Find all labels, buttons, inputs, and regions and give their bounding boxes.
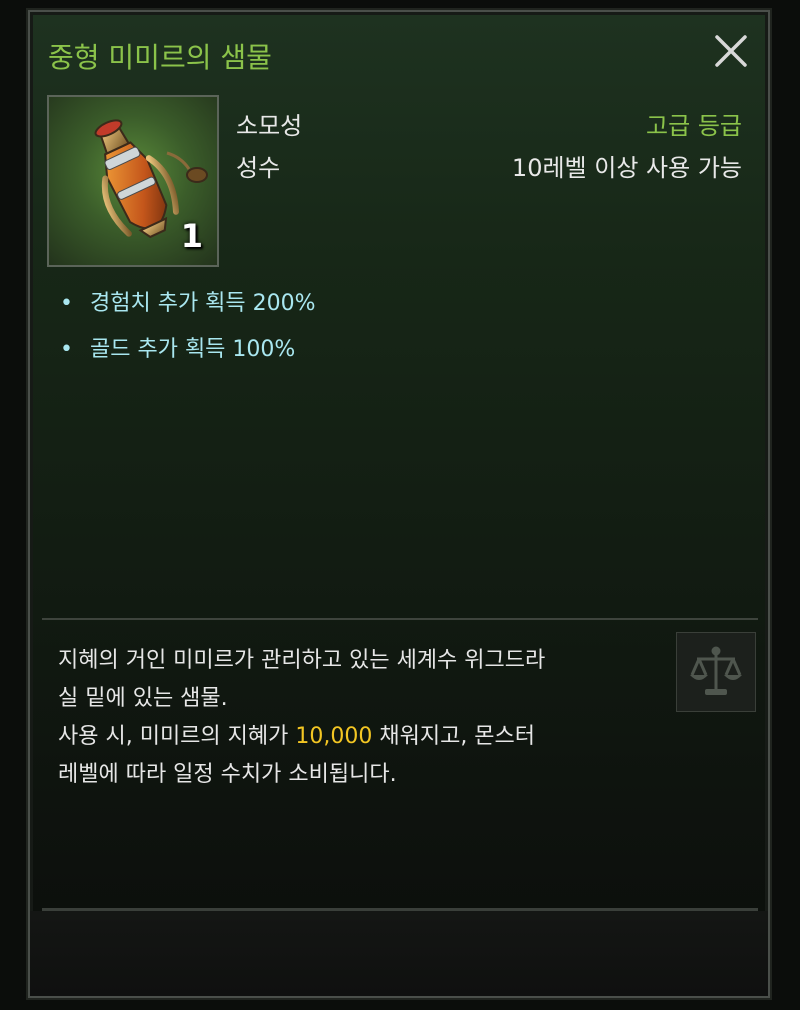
item-category: 소모성 [236, 112, 303, 140]
description-line: 사용 시, 미미르의 지혜가 [58, 724, 296, 749]
description-line: 레벨에 따라 일정 수치가 소비됩니다. [58, 762, 397, 787]
bullet: • [60, 337, 73, 362]
section-divider [42, 618, 758, 620]
bullet: • [60, 291, 73, 316]
close-button[interactable] [713, 33, 749, 69]
effect-text: 골드 추가 획득 100% [90, 337, 296, 362]
description-line: 채워지고, 몬스터 [372, 724, 536, 749]
footer-area [30, 911, 768, 996]
effect-item: • 경험치 추가 획득 200% [60, 288, 316, 334]
effect-list: • 경험치 추가 획득 200% • 골드 추가 획득 100% [60, 288, 316, 380]
item-requirement: 10레벨 이상 사용 가능 [511, 154, 742, 182]
description-line: 지혜의 거인 미미르가 관리하고 있는 세계수 위그드라 [58, 648, 546, 673]
item-grade: 고급 등급 [646, 112, 742, 140]
trade-button[interactable] [676, 632, 756, 712]
scale-icon [690, 646, 742, 695]
item-icon-slot[interactable]: 1 [47, 95, 219, 267]
description-line: 실 밑에 있는 샘물. [58, 686, 228, 711]
wisdom-value: 10,000 [295, 724, 373, 749]
item-count: 1 [180, 217, 203, 255]
effect-item: • 골드 추가 획득 100% [60, 334, 316, 380]
close-icon [715, 35, 747, 67]
item-description: 지혜의 거인 미미르가 관리하고 있는 세계수 위그드라 실 밑에 있는 샘물.… [58, 642, 658, 794]
effect-text: 경험치 추가 획득 200% [90, 291, 316, 316]
item-subcategory: 성수 [236, 154, 281, 182]
item-name: 중형 미미르의 샘물 [48, 41, 272, 74]
